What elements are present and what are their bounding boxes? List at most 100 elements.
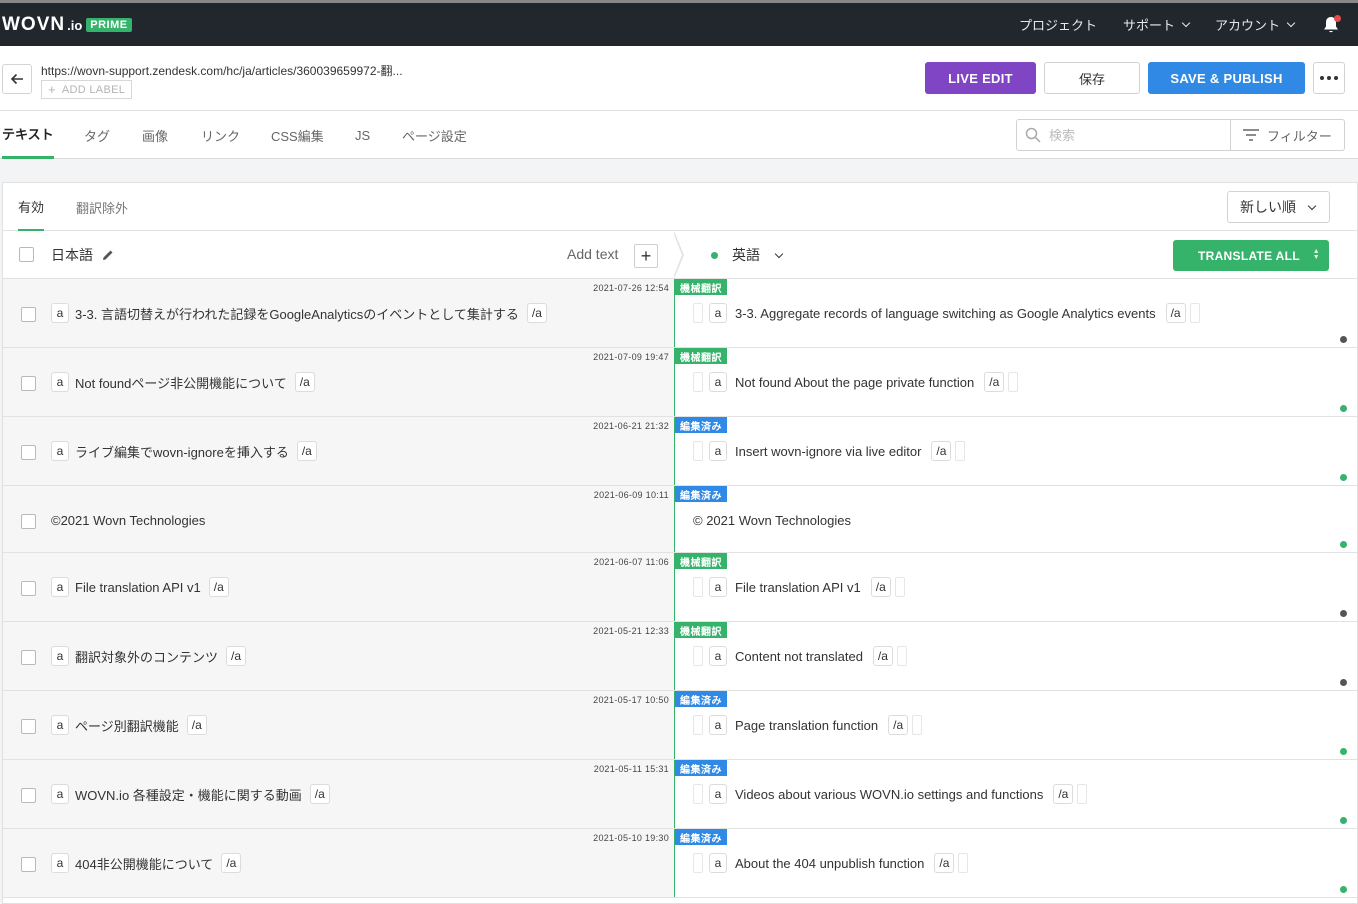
save-publish-button[interactable]: SAVE & PUBLISH — [1148, 62, 1305, 94]
target-close-tag[interactable]: /a — [888, 715, 909, 735]
target-close-tag[interactable]: /a — [872, 646, 893, 666]
translation-row[interactable]: ©2021 Wovn Technologies 2021-06-09 10:11… — [3, 486, 1357, 553]
target-text[interactable]: Not found About the page private functio… — [735, 375, 974, 390]
target-close-tag[interactable]: /a — [931, 441, 952, 461]
placeholder-slot[interactable] — [1189, 303, 1200, 323]
tab-images[interactable]: 画像 — [142, 111, 168, 159]
target-content[interactable]: a Page translation function /a — [693, 714, 923, 736]
target-open-tag[interactable]: a — [709, 441, 727, 461]
wovn-logo[interactable]: WOVN .io PRIME — [2, 14, 132, 36]
source-close-tag[interactable]: /a — [526, 303, 547, 323]
target-text[interactable]: Page translation function — [735, 718, 878, 733]
placeholder-slot[interactable] — [693, 853, 703, 873]
nav-support-dropdown[interactable]: サポート — [1123, 15, 1191, 34]
target-text[interactable]: Content not translated — [735, 649, 863, 664]
target-content[interactable]: a About the 404 unpublish function /a — [693, 852, 969, 874]
row-checkbox[interactable] — [21, 445, 36, 460]
target-content[interactable]: a Insert wovn-ignore via live editor /a — [693, 440, 966, 462]
nav-project-link[interactable]: プロジェクト — [1019, 15, 1097, 34]
placeholder-slot[interactable] — [958, 853, 969, 873]
target-cell[interactable]: 編集済み © 2021 Wovn Technologies — [674, 486, 1357, 552]
target-cell[interactable]: 機械翻訳 a File translation API v1 /a — [674, 553, 1357, 621]
target-text[interactable]: About the 404 unpublish function — [735, 856, 924, 871]
subtab-active[interactable]: 有効 — [18, 183, 45, 231]
filter-button[interactable]: フィルター — [1231, 119, 1345, 151]
source-close-tag[interactable]: /a — [221, 853, 242, 873]
tab-page-settings[interactable]: ページ設定 — [402, 111, 467, 159]
nav-account-dropdown[interactable]: アカウント — [1215, 15, 1296, 34]
target-content[interactable]: a Videos about various WOVN.io settings … — [693, 783, 1088, 805]
add-text-button[interactable]: + — [634, 244, 658, 268]
target-cell[interactable]: 機械翻訳 a 3-3. Aggregate records of languag… — [674, 279, 1357, 347]
target-cell[interactable]: 編集済み a Insert wovn-ignore via live edito… — [674, 417, 1357, 485]
target-content[interactable]: a File translation API v1 /a — [693, 576, 905, 598]
tab-js[interactable]: JS — [355, 111, 370, 159]
live-edit-button[interactable]: LIVE EDIT — [925, 62, 1036, 94]
search-field[interactable] — [1016, 119, 1231, 151]
target-cell[interactable]: 編集済み a Videos about various WOVN.io sett… — [674, 760, 1357, 828]
target-content[interactable]: a Content not translated /a — [693, 645, 907, 667]
target-open-tag[interactable]: a — [709, 784, 727, 804]
source-open-tag[interactable]: a — [51, 441, 69, 461]
tab-tags[interactable]: タグ — [84, 111, 110, 159]
row-checkbox[interactable] — [21, 788, 36, 803]
source-close-tag[interactable]: /a — [226, 646, 247, 666]
row-checkbox[interactable] — [21, 857, 36, 872]
target-close-tag[interactable]: /a — [934, 853, 955, 873]
target-open-tag[interactable]: a — [709, 372, 727, 392]
row-checkbox[interactable] — [21, 514, 36, 529]
target-cell[interactable]: 機械翻訳 a Not found About the page private … — [674, 348, 1357, 416]
search-input[interactable] — [1049, 127, 1209, 143]
target-content[interactable]: a Not found About the page private funct… — [693, 371, 1019, 393]
source-open-tag[interactable]: a — [51, 303, 69, 323]
target-open-tag[interactable]: a — [709, 577, 727, 597]
placeholder-slot[interactable] — [693, 441, 703, 461]
source-open-tag[interactable]: a — [51, 372, 69, 392]
back-button[interactable] — [2, 64, 32, 94]
row-checkbox[interactable] — [21, 307, 36, 322]
source-open-tag[interactable]: a — [51, 784, 69, 804]
target-cell[interactable]: 編集済み a About the 404 unpublish function … — [674, 829, 1357, 897]
row-checkbox[interactable] — [21, 376, 36, 391]
notification-bell-icon[interactable] — [1320, 14, 1342, 36]
target-cell[interactable]: 編集済み a Page translation function /a — [674, 691, 1357, 759]
source-close-tag[interactable]: /a — [309, 784, 330, 804]
source-close-tag[interactable]: /a — [296, 441, 317, 461]
placeholder-slot[interactable] — [693, 577, 703, 597]
source-open-tag[interactable]: a — [51, 715, 69, 735]
translation-row[interactable]: a 翻訳対象外のコンテンツ /a 2021-05-21 12:33 機械翻訳 a… — [3, 622, 1357, 691]
translation-row[interactable]: a 3-3. 言語切替えが行われた記録をGoogleAnalyticsのイベント… — [3, 279, 1357, 348]
placeholder-slot[interactable] — [1077, 784, 1088, 804]
select-all-checkbox[interactable] — [19, 247, 34, 262]
target-open-tag[interactable]: a — [709, 646, 727, 666]
source-close-tag[interactable]: /a — [294, 372, 315, 392]
placeholder-slot[interactable] — [912, 715, 923, 735]
placeholder-slot[interactable] — [955, 441, 966, 461]
target-text[interactable]: © 2021 Wovn Technologies — [693, 513, 851, 528]
placeholder-slot[interactable] — [693, 784, 703, 804]
target-open-tag[interactable]: a — [709, 303, 727, 323]
target-content[interactable]: © 2021 Wovn Technologies — [693, 509, 851, 531]
more-options-button[interactable] — [1313, 62, 1345, 94]
placeholder-slot[interactable] — [1008, 372, 1019, 392]
target-close-tag[interactable]: /a — [870, 577, 891, 597]
translation-row[interactable]: a File translation API v1 /a 2021-06-07 … — [3, 553, 1357, 622]
placeholder-slot[interactable] — [693, 303, 703, 323]
target-text[interactable]: 3-3. Aggregate records of language switc… — [735, 306, 1156, 321]
source-close-tag[interactable]: /a — [208, 577, 229, 597]
sort-dropdown[interactable]: 新しい順 — [1227, 191, 1330, 223]
tab-text[interactable]: テキスト — [2, 111, 54, 159]
target-cell[interactable]: 機械翻訳 a Content not translated /a — [674, 622, 1357, 690]
source-language[interactable]: 日本語 — [51, 245, 115, 265]
placeholder-slot[interactable] — [693, 715, 703, 735]
placeholder-slot[interactable] — [693, 646, 703, 666]
row-checkbox[interactable] — [21, 581, 36, 596]
target-content[interactable]: a 3-3. Aggregate records of language swi… — [693, 302, 1200, 324]
save-button[interactable]: 保存 — [1044, 62, 1140, 94]
source-open-tag[interactable]: a — [51, 646, 69, 666]
target-open-tag[interactable]: a — [709, 715, 727, 735]
placeholder-slot[interactable] — [896, 646, 907, 666]
tab-css[interactable]: CSS編集 — [271, 111, 324, 159]
row-checkbox[interactable] — [21, 650, 36, 665]
target-close-tag[interactable]: /a — [984, 372, 1005, 392]
